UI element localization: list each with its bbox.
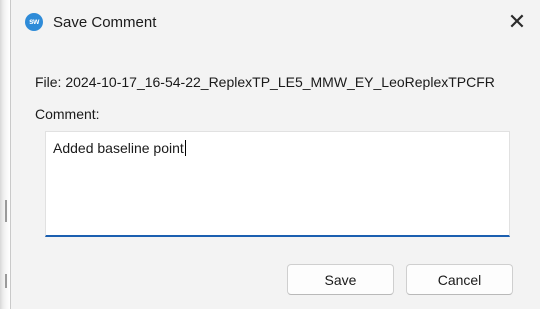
background-window-edge [0, 0, 10, 309]
text-caret [184, 140, 186, 156]
file-name-label: File: 2024-10-17_16-54-22_ReplexTP_LE5_M… [35, 74, 495, 90]
save-button[interactable]: Save [287, 264, 394, 295]
app-logo-icon: sw [25, 13, 43, 31]
background-edge-mark [5, 200, 7, 222]
comment-input-text: Added baseline point [53, 140, 184, 156]
dialog-title: Save Comment [53, 14, 157, 31]
comment-label: Comment: [35, 106, 100, 122]
background-edge-mark [5, 274, 7, 288]
title-bar[interactable]: sw Save Comment ✕ [11, 0, 540, 44]
comment-input[interactable]: Added baseline point [45, 131, 510, 237]
close-button[interactable]: ✕ [494, 0, 540, 44]
cancel-button[interactable]: Cancel [406, 264, 513, 295]
close-icon: ✕ [507, 9, 527, 34]
save-comment-dialog: sw Save Comment ✕ File: 2024-10-17_16-54… [10, 0, 540, 309]
